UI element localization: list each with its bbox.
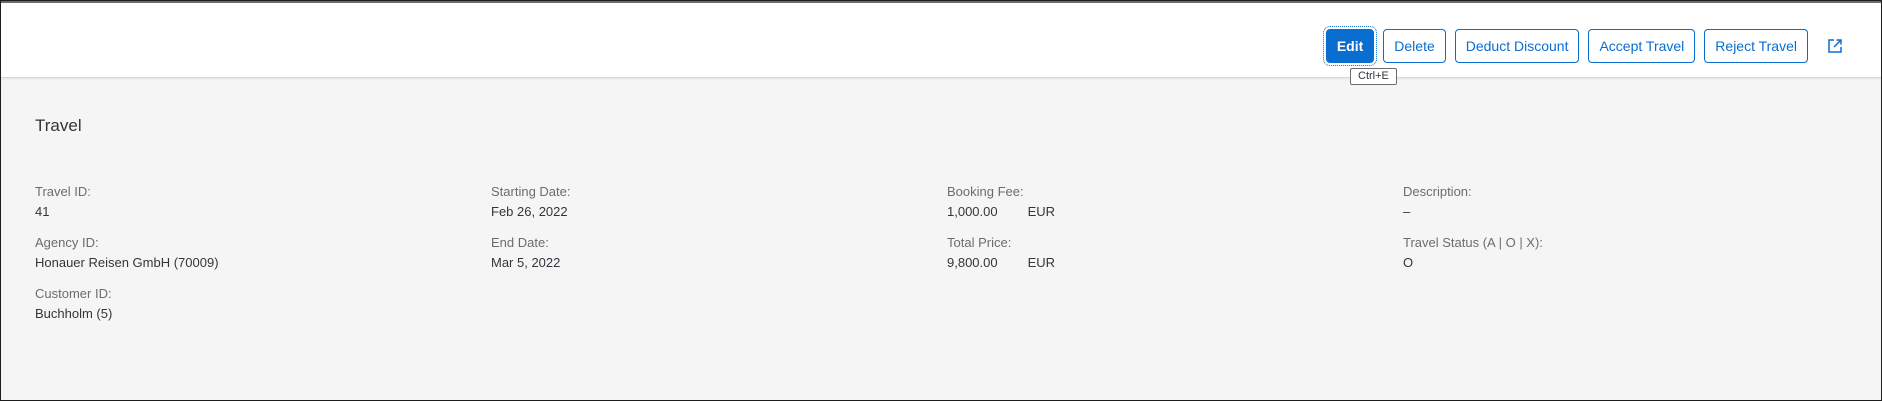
travel-id-field: Travel ID: 41 [35,183,455,220]
end-date-value: Mar 5, 2022 [491,255,561,270]
agency-id-value: Honauer Reisen GmbH (70009) [35,255,219,270]
reject-travel-button[interactable]: Reject Travel [1704,29,1808,63]
total-price-label: Total Price: [947,235,1012,250]
travel-id-value: 41 [35,204,50,219]
accept-travel-button[interactable]: Accept Travel [1588,29,1696,63]
field-column-2: Starting Date: Feb 26, 2022 End Date: Ma… [491,183,911,285]
field-column-4: Description: – Travel Status (A | O | X)… [1403,183,1823,285]
customer-id-field: Customer ID: Buchholm (5) [35,285,455,322]
booking-fee-amount: 1,000.00 [947,204,998,219]
delete-button[interactable]: Delete [1383,29,1446,63]
travel-status-field: Travel Status (A | O | X): O [1403,234,1823,271]
customer-id-value: Buchholm (5) [35,306,113,321]
booking-fee-label: Booking Fee: [947,184,1024,199]
edit-button[interactable]: Edit [1322,26,1378,66]
customer-id-label: Customer ID: [35,286,112,301]
description-field: Description: – [1403,183,1823,220]
end-date-field: End Date: Mar 5, 2022 [491,234,911,271]
booking-fee-currency: EUR [1027,204,1056,219]
travel-status-label: Travel Status (A | O | X): [1403,235,1543,250]
total-price-currency: EUR [1027,255,1056,270]
object-page: Edit Delete Deduct Discount Accept Trave… [0,0,1882,401]
deduct-discount-button[interactable]: Deduct Discount [1454,29,1580,63]
total-price-field: Total Price: 9,800.00 EUR [947,234,1367,271]
field-column-1: Travel ID: 41 Agency ID: Honauer Reisen … [35,183,455,336]
field-column-3: Booking Fee: 1,000.00 EUR Total Price: 9,… [947,183,1367,285]
header-toolbar-bar: Edit Delete Deduct Discount Accept Trave… [1,1,1881,78]
share-button[interactable] [1819,30,1851,62]
travel-status-value: O [1403,255,1414,270]
total-price-amount: 9,800.00 [947,255,998,270]
edit-shortcut-tooltip: Ctrl+E [1350,68,1397,85]
total-price-value-row: 9,800.00 EUR [947,254,1367,271]
starting-date-field: Starting Date: Feb 26, 2022 [491,183,911,220]
share-icon [1828,39,1842,53]
starting-date-label: Starting Date: [491,184,571,199]
end-date-label: End Date: [491,235,549,250]
booking-fee-value-row: 1,000.00 EUR [947,203,1367,220]
agency-id-field: Agency ID: Honauer Reisen GmbH (70009) [35,234,455,271]
booking-fee-field: Booking Fee: 1,000.00 EUR [947,183,1367,220]
travel-id-label: Travel ID: [35,184,91,199]
description-label: Description: [1403,184,1472,199]
section-title: Travel [35,116,82,135]
action-toolbar: Edit Delete Deduct Discount Accept Trave… [1322,26,1851,66]
starting-date-value: Feb 26, 2022 [491,204,568,219]
agency-id-label: Agency ID: [35,235,99,250]
description-value: – [1403,204,1411,219]
